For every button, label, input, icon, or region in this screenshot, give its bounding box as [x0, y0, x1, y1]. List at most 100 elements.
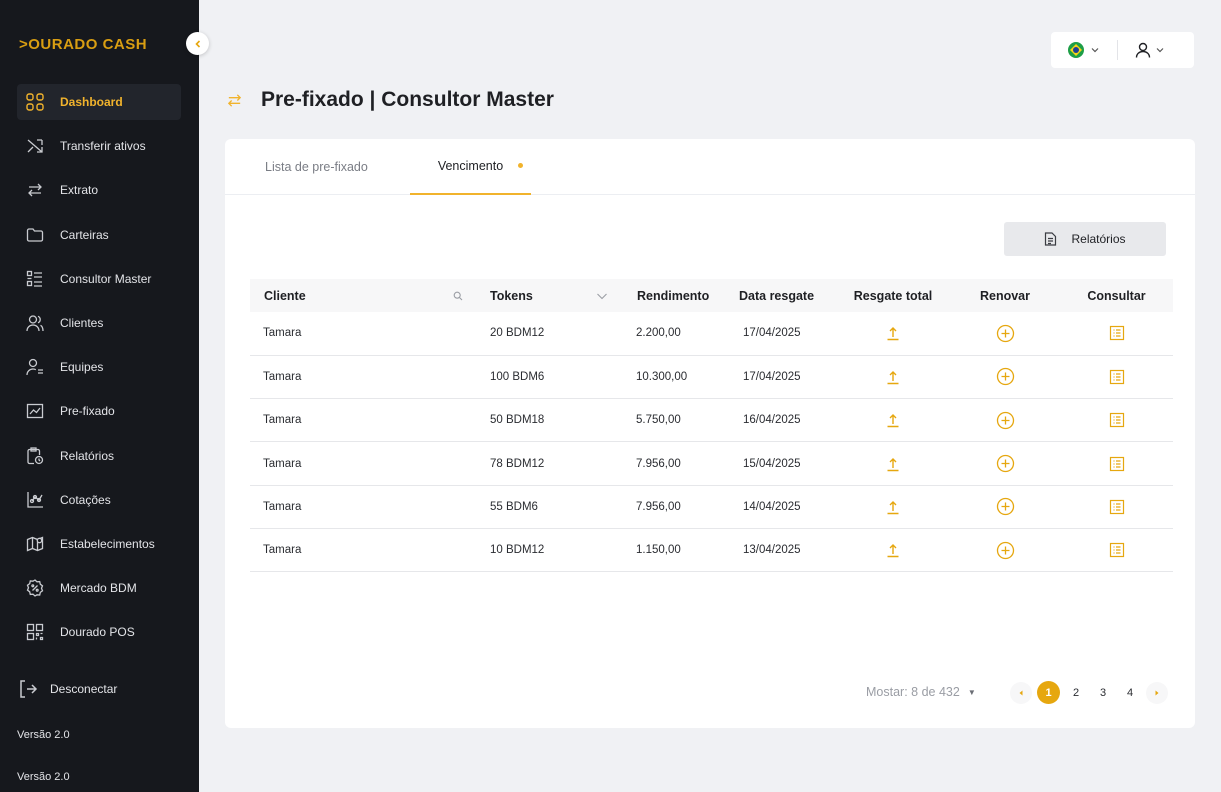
cell-resgate-total: [836, 528, 950, 573]
cell-tokens: 55 BDM6: [477, 485, 624, 529]
table-row: Tamara 20 BDM12 2.200,00 17/04/2025: [250, 312, 1173, 356]
cell-renovar: [950, 398, 1060, 443]
sidebar-item-carteiras[interactable]: Carteiras: [17, 217, 181, 253]
cell-consultar: [1060, 312, 1173, 356]
redeem-upload-icon[interactable]: [885, 412, 901, 428]
sidebar-item-dashboard[interactable]: Dashboard: [17, 84, 181, 120]
sidebar-item-equipes[interactable]: Equipes: [17, 349, 181, 385]
chevron-down-icon[interactable]: [596, 290, 608, 302]
renew-plus-circle-icon[interactable]: [996, 541, 1015, 560]
cell-tokens: 20 BDM12: [477, 312, 624, 356]
tab-vencimento[interactable]: Vencimento: [410, 139, 531, 195]
redeem-upload-icon[interactable]: [885, 499, 901, 515]
view-details-list-icon[interactable]: [1109, 499, 1125, 515]
sidebar-item-label: Relatórios: [60, 448, 115, 463]
collapse-sidebar-button[interactable]: [186, 32, 209, 55]
sidebar-item-label: Pre-fixado: [60, 404, 115, 419]
sidebar: >OURADO CASH Dashboard Transferir ativos…: [0, 0, 199, 792]
column-header-consultar: Consultar: [1060, 279, 1173, 312]
cell-data-resgate: 13/04/2025: [725, 528, 836, 573]
language-selector[interactable]: [1068, 42, 1100, 58]
view-details-list-icon[interactable]: [1109, 369, 1125, 385]
sidebar-item-cotacoes[interactable]: Cotações: [17, 482, 181, 518]
pagination: 1 2 3 4: [1010, 681, 1168, 704]
swap-arrows-icon: [227, 93, 242, 107]
chevron-down-icon: [1091, 48, 1099, 53]
redeem-upload-icon[interactable]: [885, 456, 901, 472]
page-size-label: Mostar: 8 de 432: [866, 685, 960, 699]
cell-consultar: [1060, 398, 1173, 443]
shuffle-icon: [25, 136, 45, 156]
sidebar-item-label: Transferir ativos: [60, 139, 146, 154]
search-icon[interactable]: [453, 291, 463, 301]
sidebar-item-pre-fixado[interactable]: Pre-fixado: [17, 393, 181, 429]
renew-plus-circle-icon[interactable]: [996, 367, 1015, 386]
page-size-selector[interactable]: Mostar: 8 de 432 ▼: [866, 685, 976, 699]
column-header-resgate-total: Resgate total: [836, 279, 950, 312]
cell-renovar: [950, 355, 1060, 400]
cell-data-resgate: 16/04/2025: [725, 398, 836, 443]
sidebar-item-transferir-ativos[interactable]: Transferir ativos: [17, 128, 181, 164]
renew-plus-circle-icon[interactable]: [996, 411, 1015, 430]
sidebar-item-label: Dourado POS: [60, 625, 135, 640]
renew-plus-circle-icon[interactable]: [996, 497, 1015, 516]
view-details-list-icon[interactable]: [1109, 456, 1125, 472]
cell-cliente: Tamara: [250, 312, 477, 356]
user-list-icon: [25, 357, 45, 377]
sidebar-item-estabelecimentos[interactable]: Estabelecimentos: [17, 526, 181, 562]
chevron-left-icon: [194, 39, 200, 48]
cell-rendimento: 7.956,00: [624, 441, 725, 486]
logout-button[interactable]: Desconectar: [17, 676, 117, 702]
redeem-upload-icon[interactable]: [885, 369, 901, 385]
reports-button[interactable]: Relatórios: [1004, 222, 1166, 256]
sidebar-item-consultor-master[interactable]: Consultor Master: [17, 261, 181, 297]
user-menu[interactable]: [1135, 42, 1165, 58]
folder-icon: [25, 225, 45, 245]
sidebar-item-relatorios[interactable]: Relatórios: [17, 438, 181, 474]
cell-consultar: [1060, 485, 1173, 529]
divider: [1117, 40, 1118, 60]
page-3-button[interactable]: 3: [1092, 682, 1114, 704]
cell-consultar: [1060, 441, 1173, 486]
sidebar-item-clientes[interactable]: Clientes: [17, 305, 181, 341]
cell-rendimento: 2.200,00: [624, 312, 725, 356]
redeem-upload-icon[interactable]: [885, 325, 901, 341]
notification-dot: [518, 163, 523, 168]
sidebar-item-label: Consultor Master: [60, 271, 152, 286]
view-details-list-icon[interactable]: [1109, 542, 1125, 558]
column-header-rendimento: Rendimento: [624, 279, 725, 312]
user-icon: [1135, 42, 1151, 58]
table-header-row: Cliente Tokens Rendimento Data resgate R…: [250, 279, 1173, 312]
prev-page-button[interactable]: [1010, 681, 1032, 704]
sidebar-item-dourado-pos[interactable]: Dourado POS: [17, 614, 181, 650]
brand-logo: >OURADO CASH: [19, 36, 148, 53]
table-row: Tamara 50 BDM18 5.750,00 16/04/2025: [250, 398, 1173, 443]
next-page-button[interactable]: [1146, 681, 1168, 704]
page-4-button[interactable]: 4: [1119, 682, 1141, 704]
version-label: Versão 2.0: [17, 771, 70, 783]
table-row: Tamara 55 BDM6 7.956,00 14/04/2025: [250, 485, 1173, 529]
logout-icon: [17, 678, 39, 700]
cell-consultar: [1060, 355, 1173, 400]
sidebar-item-label: Dashboard: [60, 95, 123, 109]
sidebar-item-extrato[interactable]: Extrato: [17, 172, 181, 208]
reports-button-label: Relatórios: [1071, 232, 1126, 246]
sidebar-item-mercado-bdm[interactable]: Mercado BDM: [17, 570, 181, 606]
tab-lista-de-pre-fixado[interactable]: Lista de pre-fixado: [265, 139, 368, 195]
cell-renovar: [950, 312, 1060, 356]
column-header-cliente: Cliente: [250, 279, 477, 312]
renew-plus-circle-icon[interactable]: [996, 454, 1015, 473]
cell-resgate-total: [836, 398, 950, 443]
cell-rendimento: 7.956,00: [624, 485, 725, 529]
view-details-list-icon[interactable]: [1109, 412, 1125, 428]
scatter-chart-icon: [25, 490, 45, 510]
page-2-button[interactable]: 2: [1065, 682, 1087, 704]
cell-rendimento: 10.300,00: [624, 355, 725, 400]
view-details-list-icon[interactable]: [1109, 325, 1125, 341]
redeem-upload-icon[interactable]: [885, 542, 901, 558]
page-1-button[interactable]: 1: [1037, 681, 1060, 704]
renew-plus-circle-icon[interactable]: [996, 324, 1015, 343]
sidebar-nav: Dashboard Transferir ativos Extrato Cart…: [17, 84, 181, 658]
cell-renovar: [950, 485, 1060, 529]
map-pin-icon: [25, 534, 45, 554]
